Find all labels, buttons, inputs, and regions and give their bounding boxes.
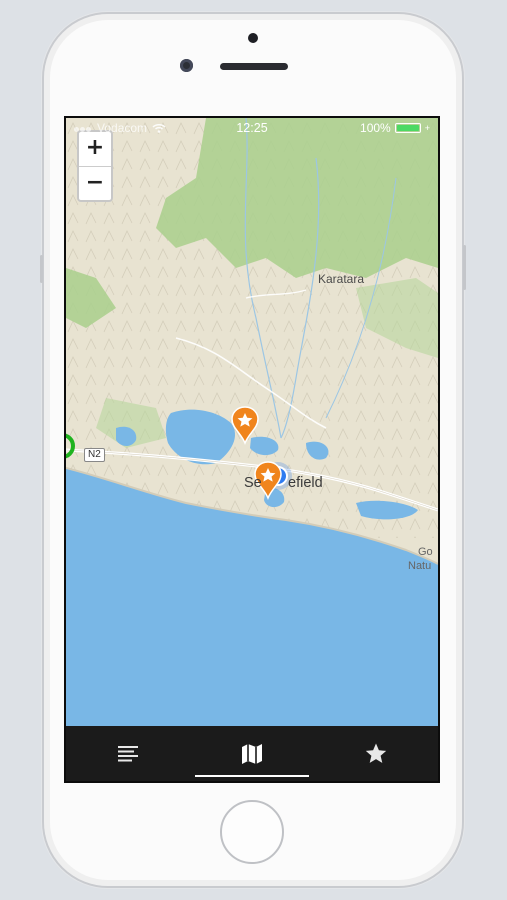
- front-sensor: [248, 33, 258, 43]
- place-label-goukamma-line2: Natu: [408, 560, 432, 572]
- active-tab-indicator: [195, 775, 309, 777]
- charging-icon: +: [424, 123, 430, 133]
- road-shield-n2: N2: [84, 448, 105, 462]
- place-label-karatara: Karatara: [318, 272, 365, 286]
- place-label-sedgefield-part2: efield: [288, 475, 323, 491]
- tab-bar: [66, 726, 438, 781]
- battery-icon: [394, 123, 421, 133]
- phone-screen: Karatara Se efield Go Natu N2 + − Vodaco…: [64, 116, 440, 783]
- battery-fill: [396, 125, 419, 131]
- home-button[interactable]: [220, 800, 284, 864]
- side-button: [40, 255, 43, 283]
- tab-map[interactable]: [190, 726, 314, 781]
- tab-favorites[interactable]: [314, 726, 438, 781]
- earpiece-speaker: [220, 63, 288, 70]
- map-view[interactable]: Karatara Se efield Go Natu N2 + −: [66, 118, 438, 726]
- map-icon: [242, 743, 262, 764]
- zoom-out-button[interactable]: −: [79, 166, 111, 201]
- battery-group: 100% +: [360, 121, 430, 135]
- place-label-goukamma-line1: Go: [418, 546, 433, 558]
- list-icon: [118, 745, 138, 761]
- battery-percent: 100%: [360, 121, 391, 135]
- front-camera: [180, 59, 193, 72]
- tab-list[interactable]: [66, 726, 190, 781]
- status-bar: Vodacom 12:25 100% +: [66, 118, 438, 138]
- side-button: [463, 245, 466, 290]
- zoom-control: + −: [77, 130, 113, 202]
- map-canvas: [66, 118, 438, 726]
- place-label-sedgefield-part1: Se: [244, 475, 262, 491]
- star-icon: [365, 743, 387, 763]
